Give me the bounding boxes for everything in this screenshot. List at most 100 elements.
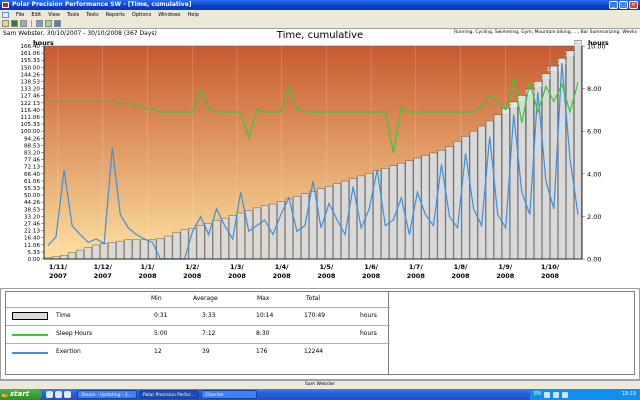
maximize-button[interactable]: □ [619, 1, 628, 9]
language-indicator[interactable]: EN [534, 389, 541, 400]
right-axis-label: hours [588, 39, 609, 47]
time-swatch [12, 312, 48, 320]
left-axis-tick-label: 150.00 [20, 65, 40, 71]
time-bar [172, 231, 181, 260]
right-axis-tick-label: 0.00 [587, 256, 601, 264]
legend-header-average: Average [193, 295, 218, 302]
time-bar [164, 235, 173, 260]
windows-taskbar: start Steam - Updating - 1... Polar Prec… [0, 389, 640, 400]
save-icon[interactable] [11, 20, 18, 27]
time-bar [236, 212, 245, 260]
time-bar [116, 240, 125, 260]
desktop-icon[interactable] [46, 391, 53, 398]
menu-help[interactable]: Help [188, 12, 199, 18]
left-axis-tick-label: 133.20 [20, 87, 40, 93]
network-icon[interactable] [543, 391, 550, 398]
left-axis-tick-label: 83.20 [24, 151, 40, 157]
bar-data-label: 131 [541, 75, 551, 81]
time-bar [534, 81, 542, 260]
left-axis-tick-label: 122.13 [20, 101, 40, 107]
legend-row-sleep-hours[interactable]: Sleep Hours 5:00 7:12 8:30 hours [6, 327, 390, 341]
cumulative-time-chart[interactable]: 0.005.3311.0616.4022.1327.4633.2038.5344… [0, 29, 640, 289]
menu-reports[interactable]: Reports [106, 12, 125, 18]
windows-logo-icon [2, 391, 8, 397]
left-axis-tick-label: 11.06 [24, 243, 40, 249]
time-bar [252, 207, 261, 260]
x-tick-year: 2008 [541, 272, 560, 280]
menu-windows[interactable]: Windows [158, 12, 180, 18]
chart-icon[interactable] [36, 20, 43, 27]
graph-icon[interactable] [45, 20, 52, 27]
bar-data-label: 105 [509, 103, 519, 109]
menu-options[interactable]: Options [132, 12, 151, 18]
x-tick-month: 1/6/ [364, 263, 378, 271]
media-icon[interactable] [64, 391, 71, 398]
legend-divider [6, 343, 390, 344]
left-axis-tick-label: 50.00 [24, 193, 40, 199]
menu-file[interactable]: File [16, 12, 24, 18]
legend-max: 176 [256, 348, 268, 355]
legend-empty-panel [389, 291, 635, 375]
task-polar[interactable]: Polar Precision Perfor... [139, 390, 199, 399]
time-bar [212, 220, 221, 260]
left-axis-tick-label: 27.46 [24, 222, 40, 228]
menu-tests[interactable]: Tests [86, 12, 98, 18]
x-tick-year: 2008 [496, 272, 515, 280]
time-bar [381, 168, 390, 260]
x-tick-month: 1/4/ [275, 263, 289, 271]
left-axis-tick-label: 33.20 [24, 214, 40, 220]
legend-panel: Min Average Max Total Time 0:31 3:33 10:… [0, 288, 640, 380]
legend-name: Sleep Hours [56, 330, 93, 337]
task-2xwriter[interactable]: 2Xwriter [201, 390, 257, 399]
time-bar [269, 203, 277, 260]
menu-tools[interactable]: Tools [67, 12, 79, 18]
x-tick-year: 2008 [451, 272, 470, 280]
bar-data-label: 170 [573, 41, 583, 47]
x-tick-month: 1/3/ [230, 263, 244, 271]
start-label: start [10, 390, 30, 398]
left-axis-tick-label: 94.26 [24, 136, 40, 142]
left-axis-tick-label: 161.06 [20, 51, 40, 57]
left-axis-tick-label: 111.06 [20, 115, 40, 121]
legend-min: 5:00 [154, 330, 168, 337]
minimize-button[interactable]: _ [609, 1, 618, 9]
legend-table: Min Average Max Total Time 0:31 3:33 10:… [5, 291, 390, 375]
right-axis-tick-label: 8.00 [587, 85, 601, 93]
close-button[interactable]: × [629, 1, 638, 9]
time-bar [108, 242, 117, 260]
time-bar [333, 183, 341, 260]
open-folder-icon[interactable] [2, 20, 9, 27]
browser-icon[interactable] [55, 391, 62, 398]
time-bar [309, 191, 317, 260]
help-icon[interactable] [54, 20, 61, 27]
right-axis-tick-label: 2.00 [587, 213, 601, 221]
x-tick-year: 2007 [94, 272, 112, 280]
chart-panel[interactable]: 0.00 5.33 11.06 16.40 22.13 27.46 33.20 38.53 44… [0, 28, 640, 288]
time-bar [140, 239, 149, 260]
menu-view[interactable]: View [48, 12, 60, 18]
time-bar [261, 205, 269, 260]
task-steam[interactable]: Steam - Updating - 1... [77, 390, 137, 399]
legend-row-exertion[interactable]: Exertion 12 39 176 12244 [6, 345, 390, 359]
x-tick-month: 1/10/ [541, 263, 560, 271]
legend-name: Time [56, 312, 71, 319]
window-titlebar[interactable]: Polar Precision Performance SW - [Time, … [0, 0, 640, 10]
x-tick-year: 2007 [49, 272, 67, 280]
document-icon[interactable] [2, 11, 9, 18]
status-bar: Sam Webster [0, 380, 640, 389]
legend-row-time[interactable]: Time 0:31 3:33 10:14 170:49 hours [6, 309, 390, 323]
x-tick-year: 2008 [273, 272, 292, 280]
left-axis-tick-label: 105.33 [20, 122, 40, 128]
bar-data-label: 126 [533, 82, 543, 88]
legend-divider [6, 307, 390, 308]
legend-average: 3:33 [202, 312, 216, 319]
print-icon[interactable] [20, 20, 27, 27]
volume-icon[interactable] [552, 391, 559, 398]
start-button[interactable]: start [0, 389, 42, 400]
status-text: Sam Webster [305, 382, 335, 387]
time-bar [317, 188, 325, 260]
system-tray: EN 19:19 [530, 389, 640, 400]
security-icon[interactable] [561, 391, 568, 398]
menu-edit[interactable]: Edit [31, 12, 41, 18]
left-axis-tick-label: 88.53 [24, 143, 40, 149]
